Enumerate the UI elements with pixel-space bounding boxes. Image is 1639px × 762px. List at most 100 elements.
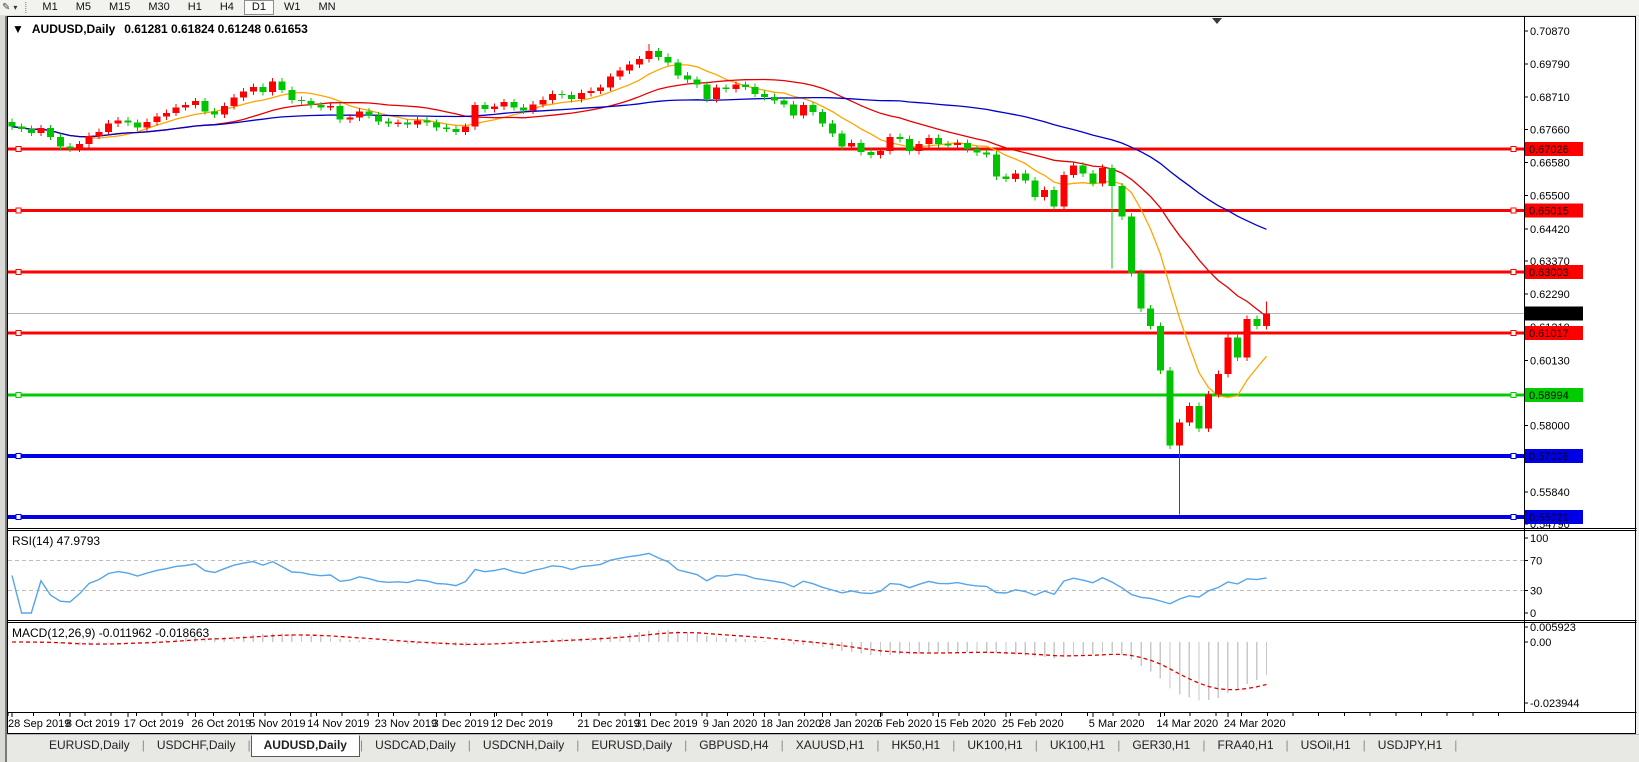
tab-usdcnh-daily[interactable]: USDCNH,Daily	[471, 735, 576, 756]
svg-text:-0.023944: -0.023944	[1530, 698, 1580, 710]
date-label: 9 Jan 2020	[703, 718, 757, 730]
line-handle	[16, 146, 21, 151]
date-label: 6 Feb 2020	[877, 718, 933, 730]
timeframe-button-m1[interactable]: M1	[34, 0, 65, 15]
hline-0.55021[interactable]	[8, 514, 1524, 519]
tab-uk100-h1[interactable]: UK100,H1	[955, 735, 1034, 756]
svg-text:0.61017: 0.61017	[1529, 328, 1569, 340]
svg-text:0.00: 0.00	[1530, 637, 1551, 649]
price-tag-0.61017: 0.61017	[1525, 326, 1583, 340]
svg-text:0.70870: 0.70870	[1530, 26, 1570, 38]
date-label: 3 Dec 2019	[433, 718, 489, 730]
line-handle	[16, 514, 21, 519]
macd-label: MACD(12,26,9) -0.011962 -0.018663	[12, 626, 210, 640]
svg-text:0.66580: 0.66580	[1530, 158, 1570, 170]
price-tag-0.55021: 0.55021	[1525, 510, 1583, 524]
date-label: 12 Dec 2019	[491, 718, 553, 730]
tab-ger30-h1[interactable]: GER30,H1	[1120, 735, 1202, 756]
tab-separator: |	[1454, 738, 1457, 752]
tab-usoil-h1[interactable]: USOil,H1	[1289, 735, 1363, 756]
price-tag-0.67026: 0.67026	[1525, 142, 1583, 156]
line-handle	[1511, 270, 1516, 275]
timeframe-button-d1[interactable]: D1	[244, 0, 274, 15]
svg-text:30: 30	[1530, 586, 1542, 598]
date-label: 24 Mar 2020	[1224, 718, 1286, 730]
line-handle	[16, 208, 21, 213]
svg-text:0.67026: 0.67026	[1529, 144, 1569, 156]
svg-text:0.005923: 0.005923	[1530, 622, 1576, 634]
svg-text:0.55021: 0.55021	[1529, 512, 1569, 524]
pencil-icon: ✎	[2, 2, 10, 13]
date-label: 5 Mar 2020	[1089, 718, 1145, 730]
line-handle	[16, 453, 21, 458]
dropdown-triangle-icon[interactable]: ▼	[12, 22, 24, 36]
svg-text:0.65500: 0.65500	[1530, 191, 1570, 203]
tab-usdjpy-h1[interactable]: USDJPY,H1	[1366, 735, 1454, 756]
svg-text:0.65015: 0.65015	[1529, 206, 1569, 218]
date-label: 26 Oct 2019	[191, 718, 251, 730]
svg-text:0.60130: 0.60130	[1530, 355, 1570, 367]
rsi-label: RSI(14) 47.9793	[12, 534, 100, 548]
price-chart[interactable]: 0.70870 0.69790 0.68710 0.67660 0.66580 0.655…	[0, 0, 1639, 762]
date-label: 31 Dec 2019	[635, 718, 697, 730]
timeframe-button-m5[interactable]: M5	[68, 0, 99, 15]
date-label: 17 Oct 2019	[124, 718, 184, 730]
timeframe-button-m15[interactable]: M15	[101, 0, 138, 15]
price-tag-0.65015: 0.65015	[1525, 204, 1583, 218]
tab-gbpusd-h4[interactable]: GBPUSD,H4	[687, 735, 780, 756]
svg-text:0.57008: 0.57008	[1529, 451, 1569, 463]
tab-usdcad-daily[interactable]: USDCAD,Daily	[363, 735, 468, 756]
date-label: 8 Oct 2019	[66, 718, 120, 730]
timeframe-button-m30[interactable]: M30	[140, 0, 177, 15]
svg-text:0.67660: 0.67660	[1530, 124, 1570, 136]
date-label: 18 Jan 2020	[761, 718, 822, 730]
tab-eurusd-daily[interactable]: EURUSD,Daily	[37, 735, 142, 756]
tab-hk50-h1[interactable]: HK50,H1	[880, 735, 953, 756]
mt4-terminal: { "icons": {"dropdown":"▼","tool":"✎","d…	[0, 0, 1639, 762]
timeframe-button-h1[interactable]: H1	[180, 0, 210, 15]
date-label: 21 Dec 2019	[577, 718, 639, 730]
tab-xauusd-h1[interactable]: XAUUSD,H1	[784, 735, 877, 756]
line-handle	[1511, 453, 1516, 458]
timeframe-button-h4[interactable]: H4	[212, 0, 242, 15]
line-handle	[16, 331, 21, 336]
price-tag-0.58994: 0.58994	[1525, 388, 1583, 402]
toolbar-grip[interactable]	[25, 2, 27, 13]
date-label: 25 Feb 2020	[1002, 718, 1064, 730]
line-handle	[1511, 208, 1516, 213]
tab-usdchf-daily[interactable]: USDCHF,Daily	[145, 735, 248, 756]
date-label: 14 Mar 2020	[1156, 718, 1218, 730]
price-tag-0.63003: 0.63003	[1525, 265, 1583, 279]
tab-uk100-h1[interactable]: UK100,H1	[1038, 735, 1117, 756]
tab-fra40-h1[interactable]: FRA40,H1	[1205, 735, 1285, 756]
chevron-down-icon: ▾	[13, 3, 17, 12]
chart-title: ▼AUDUSD,Daily0.61281 0.61824 0.61248 0.6…	[12, 22, 308, 36]
tab-eurusd-daily[interactable]: EURUSD,Daily	[579, 735, 684, 756]
svg-text:0.62290: 0.62290	[1530, 289, 1570, 301]
drawing-tool-icon[interactable]: ✎ ▾	[2, 2, 17, 13]
date-label: 14 Nov 2019	[307, 718, 369, 730]
date-label: 5 Nov 2019	[249, 718, 305, 730]
chart-tab-bar: EURUSD,Daily|USDCHF,Daily|AUDUSD,Daily|U…	[7, 734, 1639, 762]
svg-text:0.58000: 0.58000	[1530, 421, 1570, 433]
line-handle	[16, 270, 21, 275]
date-label: 28 Sep 2019	[8, 718, 70, 730]
svg-text:0.69790: 0.69790	[1530, 59, 1570, 71]
timeframe-button-w1[interactable]: W1	[276, 0, 309, 15]
line-handle	[1511, 146, 1516, 151]
svg-text:0.64420: 0.64420	[1530, 224, 1570, 236]
svg-text:0.55840: 0.55840	[1530, 487, 1570, 499]
date-label: 23 Nov 2019	[375, 718, 437, 730]
date-label: 15 Feb 2020	[934, 718, 996, 730]
hline-0.57008[interactable]	[8, 453, 1524, 458]
timeframe-button-mn[interactable]: MN	[310, 0, 343, 15]
svg-text:0.68710: 0.68710	[1530, 92, 1570, 104]
line-handle	[1511, 514, 1516, 519]
svg-text:0.58994: 0.58994	[1529, 390, 1569, 402]
chart-tabs: EURUSD,Daily|USDCHF,Daily|AUDUSD,Daily|U…	[37, 735, 1457, 757]
svg-text:0: 0	[1530, 608, 1536, 620]
line-handle	[16, 393, 21, 398]
svg-text:0.61653: 0.61653	[1529, 309, 1569, 321]
current-price-tag: 0.61653	[1525, 307, 1583, 321]
tab-audusd-daily[interactable]: AUDUSD,Daily	[251, 735, 360, 757]
